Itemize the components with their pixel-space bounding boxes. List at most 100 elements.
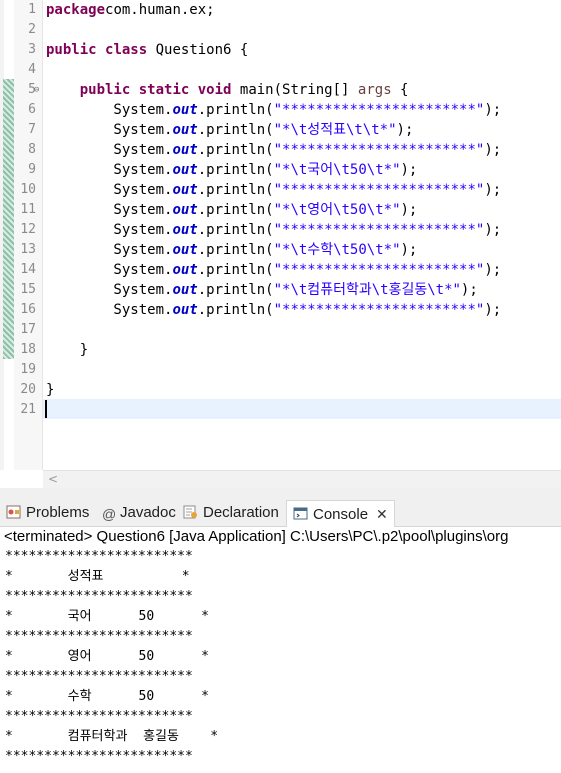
- tab-javadoc-label: Javadoc: [120, 504, 176, 521]
- line-number: 3: [28, 42, 36, 57]
- code-token: "*\t영어\t50\t*": [273, 202, 401, 218]
- declaration-icon: [183, 505, 197, 519]
- code-token: System.: [46, 122, 173, 138]
- code-token: System.: [46, 242, 173, 258]
- code-token: "***********************": [273, 102, 485, 118]
- code-token: );: [484, 222, 502, 238]
- quick-diff-change-bar: [3, 79, 14, 359]
- code-line[interactable]: System.out.println("*\t수학\t50\t*");: [46, 240, 417, 260]
- code-token: System.: [46, 182, 173, 198]
- code-line[interactable]: System.out.println("********************…: [46, 180, 501, 200]
- code-line[interactable]: System.out.println("********************…: [46, 100, 501, 120]
- console-output-line: * 영어 50 *: [5, 649, 209, 664]
- code-token: .println(: [197, 242, 274, 258]
- code-line[interactable]: }: [46, 340, 88, 360]
- tab-problems[interactable]: Problems: [6, 500, 89, 526]
- line-number: 20: [20, 382, 36, 397]
- code-line[interactable]: packagecom.human.ex;: [46, 0, 215, 20]
- code-line[interactable]: System.out.println("*\t영어\t50\t*");: [46, 200, 417, 220]
- code-token: "*\t컴퓨터학과\t홍길동\t*": [273, 282, 461, 298]
- code-token: System.: [46, 162, 173, 178]
- code-token: );: [484, 302, 502, 318]
- current-line-highlight: [43, 399, 561, 419]
- console-output-line: ************************: [5, 549, 193, 564]
- console-output-line: * 성적표 *: [5, 569, 190, 584]
- close-icon[interactable]: ✕: [376, 506, 388, 522]
- line-number: 10: [20, 182, 36, 197]
- code-line[interactable]: System.out.println("********************…: [46, 140, 501, 160]
- tab-console[interactable]: Console ✕: [286, 500, 395, 527]
- console-output-line: ************************: [5, 709, 193, 724]
- code-token: System.: [46, 222, 173, 238]
- line-number: 6: [28, 102, 36, 117]
- code-token: "*\t국어\t50\t*": [273, 162, 401, 178]
- code-token: );: [484, 262, 502, 278]
- console-view[interactable]: <terminated> Question6 [Java Application…: [0, 527, 561, 773]
- horizontal-scrollbar[interactable]: <: [43, 470, 561, 488]
- code-line[interactable]: public static void main(String[] args {: [46, 80, 409, 100]
- code-token: "***********************": [273, 142, 485, 158]
- code-token: );: [400, 162, 418, 178]
- line-number: 2: [28, 22, 36, 37]
- code-line[interactable]: System.out.println("*\t컴퓨터학과\t홍길동\t*");: [46, 280, 478, 300]
- code-line[interactable]: }: [46, 380, 54, 400]
- code-token: out: [172, 162, 198, 178]
- pane-separator: [0, 488, 561, 496]
- line-number: 21: [20, 402, 36, 417]
- line-number: 14: [20, 262, 36, 277]
- scroll-left-arrow-icon[interactable]: <: [43, 471, 63, 488]
- code-token: );: [460, 282, 478, 298]
- code-line[interactable]: System.out.println("********************…: [46, 300, 501, 320]
- code-token: System.: [46, 142, 173, 158]
- code-token: System.: [46, 262, 173, 278]
- fold-toggle-icon[interactable]: ⊖: [34, 80, 39, 100]
- line-number: 13: [20, 242, 36, 257]
- code-token: .println(: [197, 102, 274, 118]
- line-number: 16: [20, 302, 36, 317]
- code-token: .println(: [197, 302, 274, 318]
- console-output-line: * 컴퓨터학과 홍길동 *: [5, 729, 219, 744]
- line-number: 11: [20, 202, 36, 217]
- code-token: out: [172, 222, 198, 238]
- bottom-panel-tabs: Problems @ Javadoc Declaration Console ✕: [0, 496, 561, 527]
- javadoc-icon: @: [102, 506, 117, 522]
- line-number: 7: [28, 122, 36, 137]
- code-token: .println(: [197, 282, 274, 298]
- code-token: out: [172, 262, 198, 278]
- line-number: 18: [20, 342, 36, 357]
- console-icon: [293, 507, 308, 520]
- code-token: .println(: [197, 122, 274, 138]
- code-token: com.human.ex;: [105, 2, 215, 18]
- code-token: package: [46, 2, 106, 18]
- tab-javadoc[interactable]: @ Javadoc: [102, 500, 176, 526]
- code-token: class: [105, 42, 148, 58]
- code-token: out: [172, 102, 198, 118]
- code-token: System.: [46, 202, 173, 218]
- console-output-line: ************************: [5, 589, 193, 604]
- code-line[interactable]: System.out.println("********************…: [46, 260, 501, 280]
- code-token: Question6 {: [147, 42, 249, 58]
- problems-icon: [6, 505, 21, 519]
- code-token: );: [484, 182, 502, 198]
- console-output-line: ************************: [5, 629, 193, 644]
- code-token: out: [172, 202, 198, 218]
- code-token: "*\t성적표\t\t*": [273, 122, 397, 138]
- code-line[interactable]: System.out.println("*\t국어\t50\t*");: [46, 160, 417, 180]
- line-number: 5: [28, 82, 36, 97]
- code-token: );: [400, 242, 418, 258]
- code-token: static: [138, 82, 190, 98]
- code-line[interactable]: System.out.println("********************…: [46, 220, 501, 240]
- code-token: "***********************": [273, 302, 485, 318]
- tab-declaration[interactable]: Declaration: [183, 500, 279, 526]
- code-token: "*\t수학\t50\t*": [273, 242, 401, 258]
- line-number: 15: [20, 282, 36, 297]
- code-line[interactable]: public class Question6 {: [46, 40, 248, 60]
- line-number: 17: [20, 322, 36, 337]
- console-process-header: <terminated> Question6 [Java Application…: [4, 528, 509, 545]
- code-line[interactable]: System.out.println("*\t성적표\t\t*");: [46, 120, 413, 140]
- code-token: {: [391, 82, 409, 98]
- code-token: }: [46, 382, 55, 398]
- code-editor[interactable]: 1 packagecom.human.ex; 2 3 public class Ques…: [0, 0, 561, 470]
- code-token: out: [172, 282, 198, 298]
